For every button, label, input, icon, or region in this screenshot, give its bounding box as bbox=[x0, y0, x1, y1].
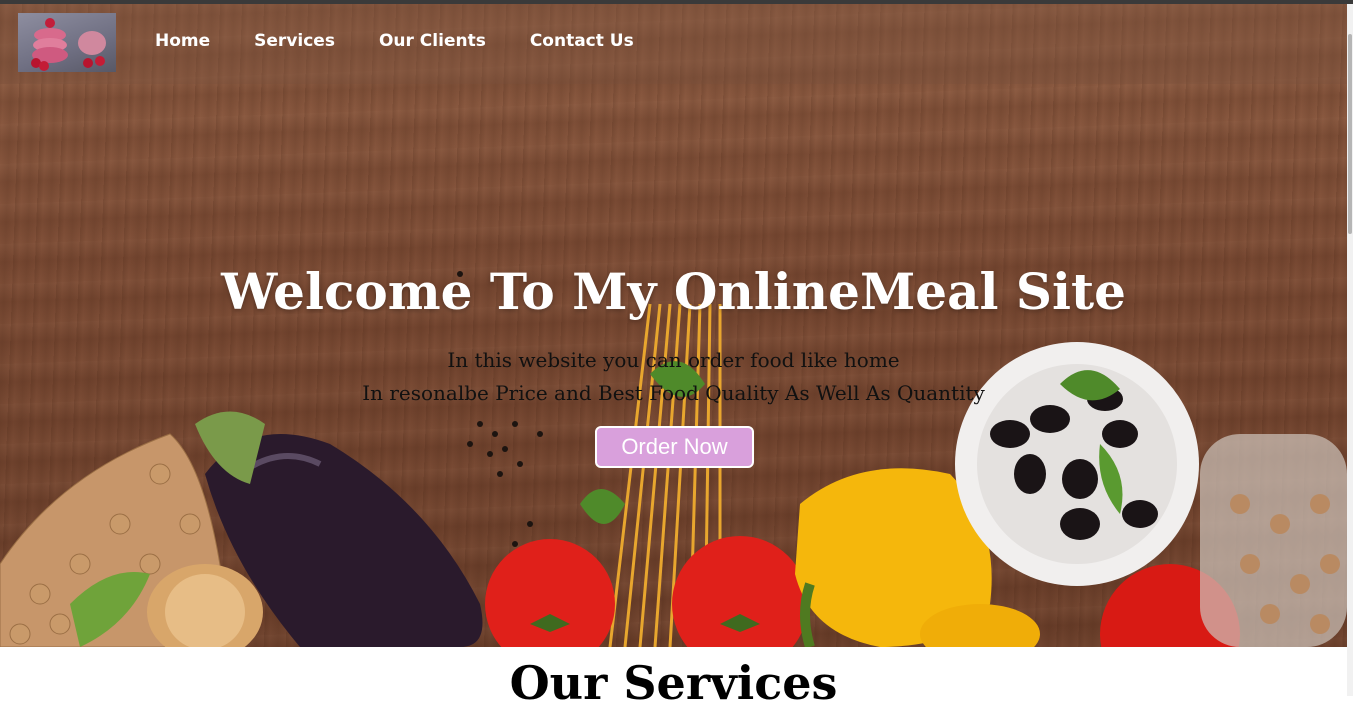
hero-title: Welcome To My OnlineMeal Site bbox=[221, 262, 1126, 321]
macaron-logo-icon bbox=[31, 18, 106, 71]
navbar: Home Services Our Clients Contact Us bbox=[0, 4, 1347, 84]
hero-section: Home Services Our Clients Contact Us Wel… bbox=[0, 4, 1347, 647]
services-heading: Our Services bbox=[509, 656, 838, 710]
nav-services[interactable]: Services bbox=[254, 31, 335, 51]
hero-subtitle-line1: In this website you can order food like … bbox=[447, 348, 900, 372]
order-now-button[interactable]: Order Now bbox=[595, 426, 754, 468]
nav-links: Home Services Our Clients Contact Us bbox=[155, 31, 634, 51]
hero-subtitle-line2: In resonalbe Price and Best Food Quality… bbox=[362, 381, 985, 405]
scrollbar-track[interactable] bbox=[1347, 4, 1353, 696]
logo[interactable] bbox=[18, 13, 116, 72]
scrollbar-thumb[interactable] bbox=[1348, 34, 1352, 234]
nav-contact-us[interactable]: Contact Us bbox=[530, 31, 634, 51]
nav-our-clients[interactable]: Our Clients bbox=[379, 31, 486, 51]
nav-home[interactable]: Home bbox=[155, 31, 210, 51]
food-illustration bbox=[0, 271, 1347, 647]
